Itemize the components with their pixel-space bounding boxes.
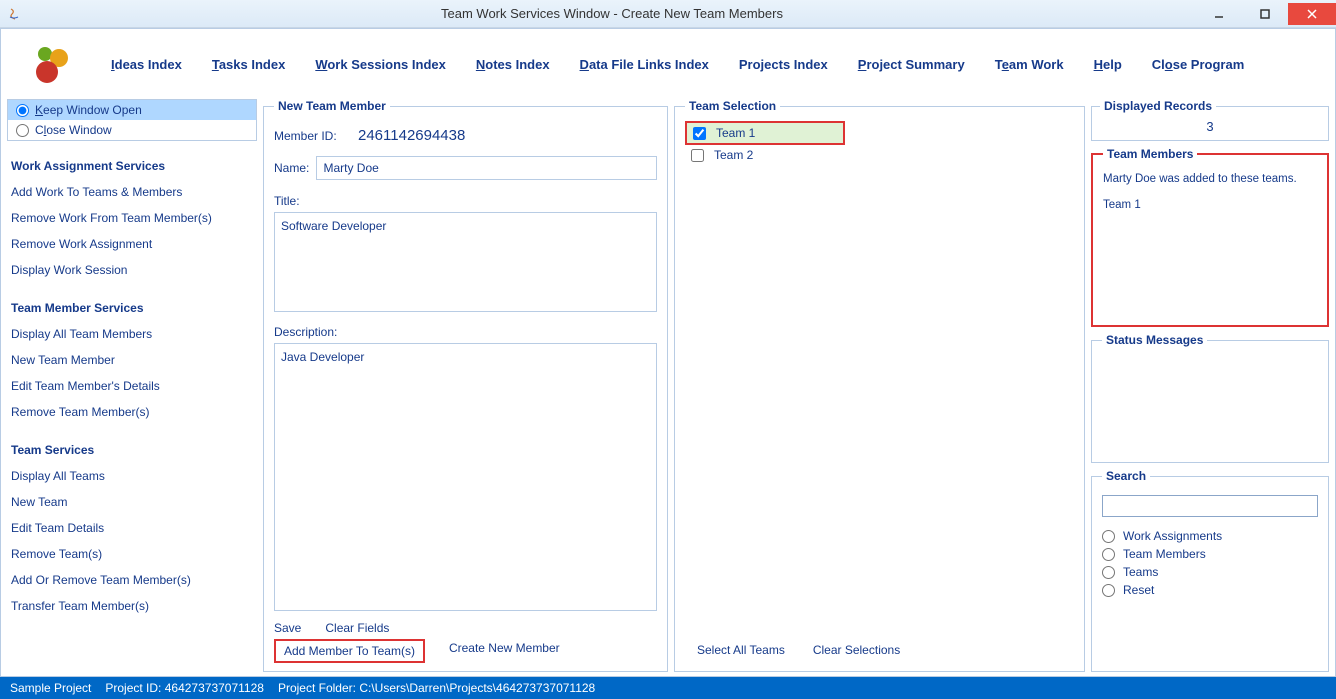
clear-fields-button[interactable]: Clear Fields (325, 619, 389, 637)
menu-team-work[interactable]: Team Work (995, 57, 1064, 72)
link-display-all-teams[interactable]: Display All Teams (11, 469, 257, 483)
team2-checkbox[interactable] (691, 149, 704, 162)
search-radio-teams[interactable]: Teams (1102, 565, 1318, 579)
name-label: Name: (274, 161, 316, 175)
name-input[interactable] (316, 156, 657, 180)
status-project-name: Sample Project (10, 681, 91, 695)
title-label: Title: (274, 194, 300, 208)
link-transfer-team-members[interactable]: Transfer Team Member(s) (11, 599, 257, 613)
search-radio-team-members[interactable]: Team Members (1102, 547, 1318, 561)
member-id-label: Member ID: (274, 129, 354, 143)
link-edit-team-details[interactable]: Edit Team Details (11, 521, 257, 535)
menu-notes-index[interactable]: Notes Index (476, 57, 550, 72)
menu-project-summary[interactable]: Project Summary (858, 57, 965, 72)
work-assignment-heading: Work Assignment Services (11, 159, 257, 173)
displayed-count: 3 (1100, 119, 1320, 134)
new-team-member-legend: New Team Member (274, 99, 390, 113)
close-button[interactable] (1288, 3, 1336, 25)
search-fieldset: Search Work Assignments Team Members Tea… (1091, 469, 1329, 672)
link-remove-teams[interactable]: Remove Team(s) (11, 547, 257, 561)
description-input[interactable]: Java Developer (274, 343, 657, 611)
team-selection-fieldset: Team Selection Team 1 Team 2 Select All … (674, 99, 1085, 672)
status-project-id: Project ID: 464273737071128 (105, 681, 264, 695)
new-team-member-fieldset: New Team Member Member ID: 2461142694438… (263, 99, 668, 672)
toolbar: Ideas Index Tasks Index Work Sessions In… (1, 29, 1335, 99)
link-new-team[interactable]: New Team (11, 495, 257, 509)
link-display-work-session[interactable]: Display Work Session (11, 263, 257, 277)
team-member-heading: Team Member Services (11, 301, 257, 315)
displayed-records-legend: Displayed Records (1100, 99, 1216, 113)
link-edit-member-details[interactable]: Edit Team Member's Details (11, 379, 257, 393)
link-remove-team-members[interactable]: Remove Team Member(s) (11, 405, 257, 419)
team-members-msg2: Team 1 (1103, 199, 1317, 211)
team-services-heading: Team Services (11, 443, 257, 457)
menu-ideas-index[interactable]: Ideas Index (111, 57, 182, 72)
maximize-button[interactable] (1242, 3, 1288, 25)
menu-projects-index[interactable]: Projects Index (739, 57, 828, 72)
team2-label: Team 2 (714, 148, 753, 162)
menu-help[interactable]: Help (1094, 57, 1122, 72)
description-label: Description: (274, 325, 354, 339)
minimize-button[interactable] (1196, 3, 1242, 25)
title-bar: Team Work Services Window - Create New T… (0, 0, 1336, 28)
save-button[interactable]: Save (274, 619, 301, 637)
clear-selections-button[interactable]: Clear Selections (813, 641, 900, 659)
status-messages-fieldset: Status Messages (1091, 333, 1329, 463)
app-logo-icon (21, 39, 81, 89)
sidebar: Keep Window Open Close Window Work Assig… (7, 99, 257, 672)
member-id-value: 2461142694438 (358, 127, 465, 144)
search-radio-reset[interactable]: Reset (1102, 583, 1318, 597)
create-new-member-button[interactable]: Create New Member (449, 639, 560, 663)
link-display-all-members[interactable]: Display All Team Members (11, 327, 257, 341)
select-all-teams-button[interactable]: Select All Teams (697, 641, 785, 659)
team-members-legend: Team Members (1103, 147, 1197, 161)
java-icon (6, 6, 22, 22)
search-legend: Search (1102, 469, 1150, 483)
radio-close-window[interactable]: Close Window (8, 120, 256, 140)
title-input[interactable]: Software Developer (274, 212, 657, 312)
status-messages-legend: Status Messages (1102, 333, 1207, 347)
link-add-remove-team-members[interactable]: Add Or Remove Team Member(s) (11, 573, 257, 587)
search-input[interactable] (1102, 495, 1318, 517)
link-remove-work-from-member[interactable]: Remove Work From Team Member(s) (11, 211, 257, 225)
team1-checkbox[interactable] (693, 127, 706, 140)
menu-data-file-links-index[interactable]: Data File Links Index (580, 57, 709, 72)
status-bar: Sample Project Project ID: 4642737370711… (0, 677, 1336, 699)
add-member-to-teams-button[interactable]: Add Member To Team(s) (274, 639, 425, 663)
menu-close-program[interactable]: Close Program (1152, 57, 1245, 72)
team1-label: Team 1 (716, 126, 755, 140)
team-row-team2[interactable]: Team 2 (685, 145, 1074, 165)
team-row-team1[interactable]: Team 1 (685, 121, 845, 145)
link-new-team-member[interactable]: New Team Member (11, 353, 257, 367)
menu-tasks-index[interactable]: Tasks Index (212, 57, 285, 72)
search-radio-work-assignments[interactable]: Work Assignments (1102, 529, 1318, 543)
displayed-records-fieldset: Displayed Records 3 (1091, 99, 1329, 141)
window-title: Team Work Services Window - Create New T… (28, 6, 1196, 21)
team-selection-legend: Team Selection (685, 99, 780, 113)
link-add-work[interactable]: Add Work To Teams & Members (11, 185, 257, 199)
status-project-folder: Project Folder: C:\Users\Darren\Projects… (278, 681, 595, 695)
team-members-fieldset: Team Members Marty Doe was added to thes… (1091, 147, 1329, 327)
team-members-msg1: Marty Doe was added to these teams. (1103, 173, 1317, 185)
radio-keep-window-open[interactable]: Keep Window Open (8, 100, 256, 120)
menu-work-sessions-index[interactable]: Work Sessions Index (315, 57, 446, 72)
link-remove-work-assignment[interactable]: Remove Work Assignment (11, 237, 257, 251)
